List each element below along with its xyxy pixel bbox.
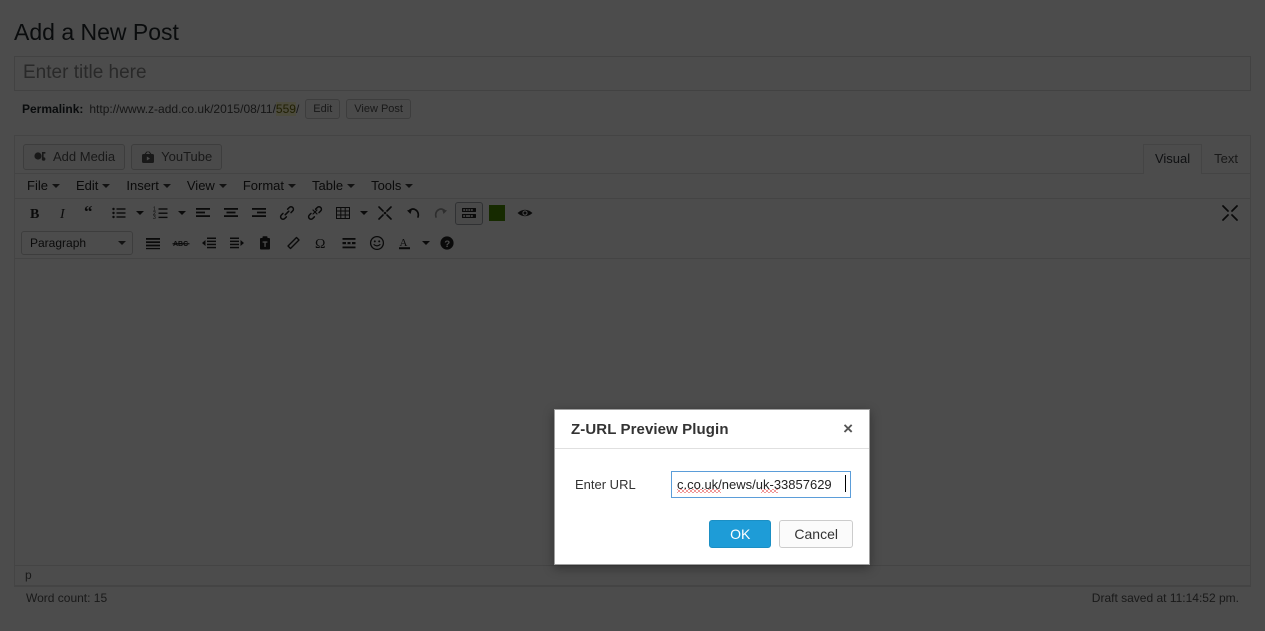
url-input[interactable] — [671, 471, 851, 498]
url-field-label: Enter URL — [575, 477, 636, 492]
cancel-button[interactable]: Cancel — [779, 520, 853, 548]
close-icon[interactable]: × — [833, 418, 855, 441]
text-cursor — [845, 475, 846, 492]
dialog-header: Z-URL Preview Plugin × — [555, 410, 869, 449]
dialog-body: Enter URL — [555, 449, 869, 506]
dialog-footer: OK Cancel — [555, 506, 869, 564]
ok-button[interactable]: OK — [709, 520, 772, 548]
dialog-title: Z-URL Preview Plugin — [571, 420, 729, 438]
z-url-preview-dialog: Z-URL Preview Plugin × Enter URL OK Canc… — [554, 409, 870, 565]
url-input-shell — [671, 471, 851, 498]
